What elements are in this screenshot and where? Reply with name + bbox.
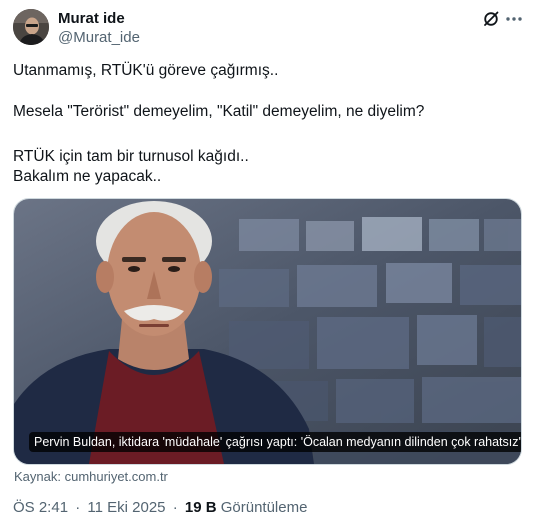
tweet-text-line: Bakalım ne yapacak.. — [13, 168, 162, 185]
grok-icon — [484, 11, 499, 26]
tweet-media-card[interactable]: Pervin Buldan, iktidara 'müdahale' çağrı… — [13, 198, 522, 465]
more-horizontal-icon — [506, 17, 522, 21]
author-handle[interactable]: @Murat_ide — [58, 29, 140, 47]
tweet-date[interactable]: 11 Eki 2025 — [87, 499, 165, 516]
views-label: Görüntüleme — [220, 499, 308, 516]
media-caption: Pervin Buldan, iktidara 'müdahale' çağrı… — [29, 432, 521, 452]
avatar[interactable] — [13, 9, 49, 45]
media-source-link[interactable]: Kaynak: cumhuriyet.com.tr — [14, 469, 168, 485]
author-name[interactable]: Murat ide — [58, 10, 125, 28]
tweet-meta: ÖS 2:41 · 11 Eki 2025 · 19 B Görüntüleme — [13, 498, 307, 518]
views-count: 19 B — [184, 499, 217, 516]
tweet-time[interactable]: ÖS 2:41 — [13, 499, 68, 516]
meta-separator: · — [75, 499, 81, 516]
tweet-text-line: Utanmamış, RTÜK'ü göreve çağırmış.. — [13, 62, 279, 79]
tweet-text-line: RTÜK için tam bir turnusol kağıdı.. — [13, 148, 249, 165]
tweet-text-line: Mesela "Terörist" demeyelim, "Katil" dem… — [13, 103, 425, 120]
media-image — [14, 199, 521, 464]
more-button[interactable] — [503, 9, 525, 29]
grok-button[interactable] — [481, 9, 501, 29]
meta-separator: · — [172, 499, 178, 516]
avatar-image — [13, 9, 49, 45]
